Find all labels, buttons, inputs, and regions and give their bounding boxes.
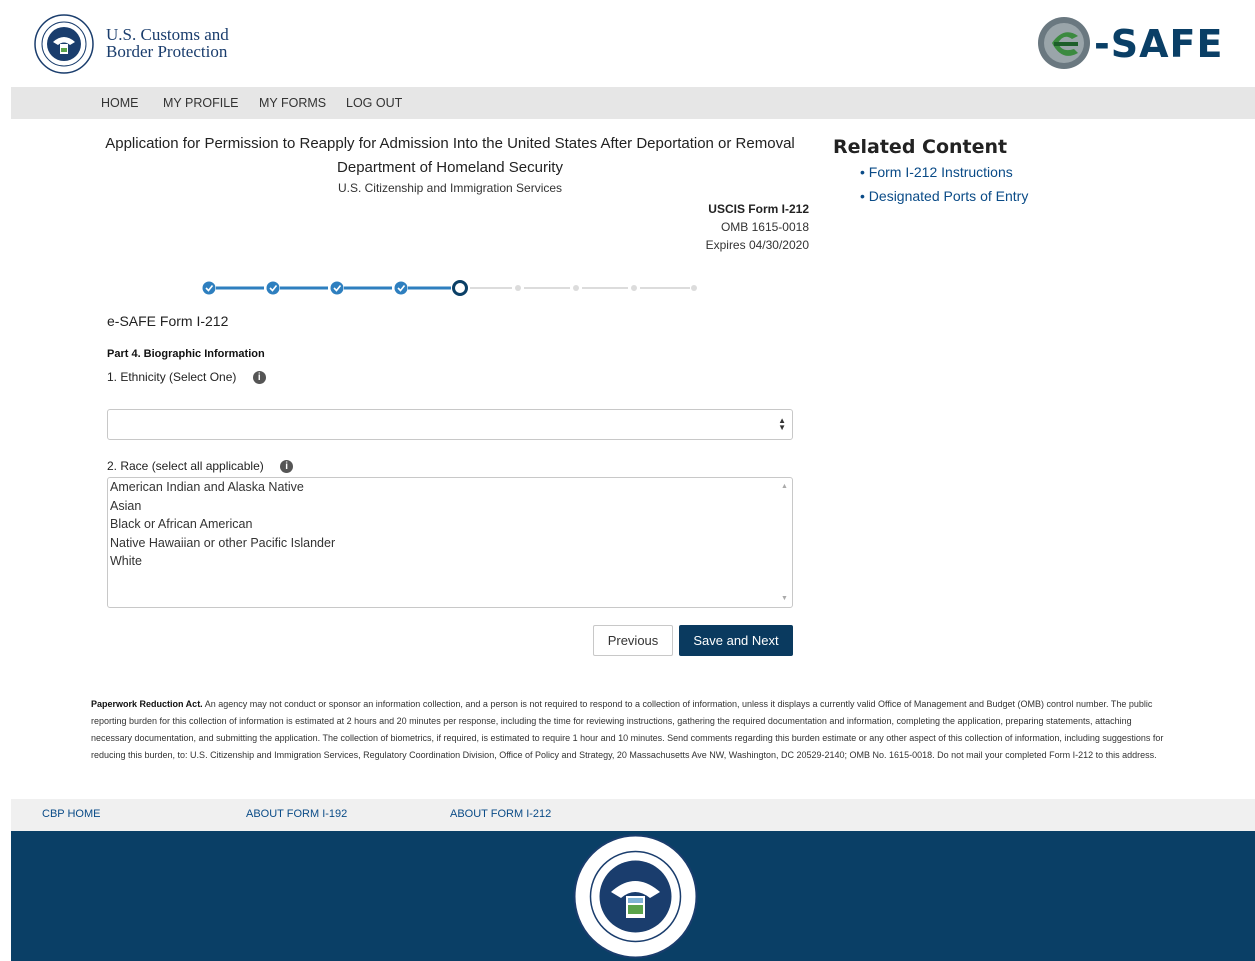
nav-log-out[interactable]: LOG OUT bbox=[346, 96, 402, 110]
race-option[interactable]: Asian bbox=[110, 499, 141, 513]
race-option[interactable]: American Indian and Alaska Native bbox=[110, 480, 304, 494]
step-8 bbox=[631, 285, 637, 291]
scroll-down-icon[interactable]: ▼ bbox=[781, 595, 788, 602]
form-title: Application for Permission to Reapply fo… bbox=[105, 135, 795, 152]
info-icon[interactable]: i bbox=[252, 371, 266, 385]
step-2-complete bbox=[266, 281, 280, 295]
paperwork-reduction-notice: Paperwork Reduction Act. An agency may n… bbox=[91, 696, 1171, 764]
form-number: USCIS Form I-212 bbox=[708, 202, 809, 216]
save-and-next-button[interactable]: Save and Next bbox=[679, 625, 793, 656]
race-label: 2. Race (select all applicable) i bbox=[107, 459, 294, 474]
step-7 bbox=[573, 285, 579, 291]
ethnicity-select[interactable]: ▲ ▼ bbox=[107, 409, 793, 440]
race-option[interactable]: White bbox=[110, 554, 142, 568]
step-3-complete bbox=[330, 281, 344, 295]
omb-number: OMB 1615-0018 bbox=[720, 220, 809, 234]
nav-my-forms[interactable]: MY FORMS bbox=[259, 96, 326, 110]
footer-links: CBP HOME ABOUT FORM I-192 ABOUT FORM I-2… bbox=[11, 799, 1255, 831]
info-icon[interactable]: i bbox=[280, 460, 294, 474]
race-label-text: 2. Race (select all applicable) bbox=[107, 459, 264, 473]
department-name: Department of Homeland Security bbox=[337, 159, 563, 176]
select-arrows-icon: ▲ ▼ bbox=[778, 416, 786, 432]
footer-about-i192[interactable]: ABOUT FORM I-192 bbox=[246, 808, 347, 820]
link-ports-of-entry[interactable]: • Designated Ports of Entry bbox=[860, 188, 1028, 204]
ethnicity-label-text: 1. Ethnicity (Select One) bbox=[107, 370, 237, 384]
form-number-block: USCIS Form I-212 OMB 1615-0018 Expires 0… bbox=[706, 200, 809, 254]
previous-button[interactable]: Previous bbox=[593, 625, 673, 656]
part-heading: Part 4. Biographic Information bbox=[107, 348, 265, 360]
agency-subtitle: U.S. Citizenship and Immigration Service… bbox=[337, 181, 563, 195]
race-multiselect[interactable]: American Indian and Alaska Native Asian … bbox=[107, 477, 793, 608]
paperwork-lead: Paperwork Reduction Act. bbox=[91, 699, 203, 709]
agency-name: U.S. Customs and Border Protection bbox=[106, 26, 229, 60]
agency-line-2: Border Protection bbox=[106, 42, 228, 61]
esafe-form-title: e-SAFE Form I-212 bbox=[107, 313, 229, 329]
step-6 bbox=[515, 285, 521, 291]
listbox-scrollbar[interactable]: ▲ ▼ bbox=[777, 478, 792, 607]
related-content-heading: Related Content bbox=[833, 136, 1008, 158]
progress-stepper bbox=[202, 280, 697, 296]
step-5-current bbox=[452, 280, 468, 296]
footer-about-i212[interactable]: ABOUT FORM I-212 bbox=[450, 808, 551, 820]
race-option[interactable]: Black or African American bbox=[110, 517, 252, 531]
step-9 bbox=[691, 285, 697, 291]
step-4-complete bbox=[394, 281, 408, 295]
link-form-instructions[interactable]: • Form I-212 Instructions bbox=[860, 164, 1013, 180]
ethnicity-label: 1. Ethnicity (Select One) i bbox=[107, 370, 266, 385]
nav-my-profile[interactable]: MY PROFILE bbox=[163, 96, 238, 110]
main-nav: HOME MY PROFILE MY FORMS LOG OUT bbox=[11, 87, 1255, 119]
site-header: U.S. Customs and Border Protection -SAFE bbox=[0, 0, 1255, 87]
paperwork-text: An agency may not conduct or sponsor an … bbox=[91, 699, 1164, 760]
related-content: Related Content • Form I-212 Instruction… bbox=[833, 136, 1028, 204]
expiration-date: Expires 04/30/2020 bbox=[705, 238, 809, 252]
nav-home[interactable]: HOME bbox=[101, 96, 139, 110]
footer-cbp-home[interactable]: CBP HOME bbox=[42, 808, 100, 820]
dhs-seal-icon bbox=[573, 834, 698, 959]
agency-line-1: U.S. Customs and bbox=[106, 25, 229, 44]
esafe-logo-text: -SAFE bbox=[1094, 22, 1224, 66]
step-1-complete bbox=[202, 281, 216, 295]
scroll-up-icon[interactable]: ▲ bbox=[781, 483, 788, 490]
dhs-seal-icon bbox=[34, 14, 94, 74]
race-option[interactable]: Native Hawaiian or other Pacific Islande… bbox=[110, 536, 335, 550]
